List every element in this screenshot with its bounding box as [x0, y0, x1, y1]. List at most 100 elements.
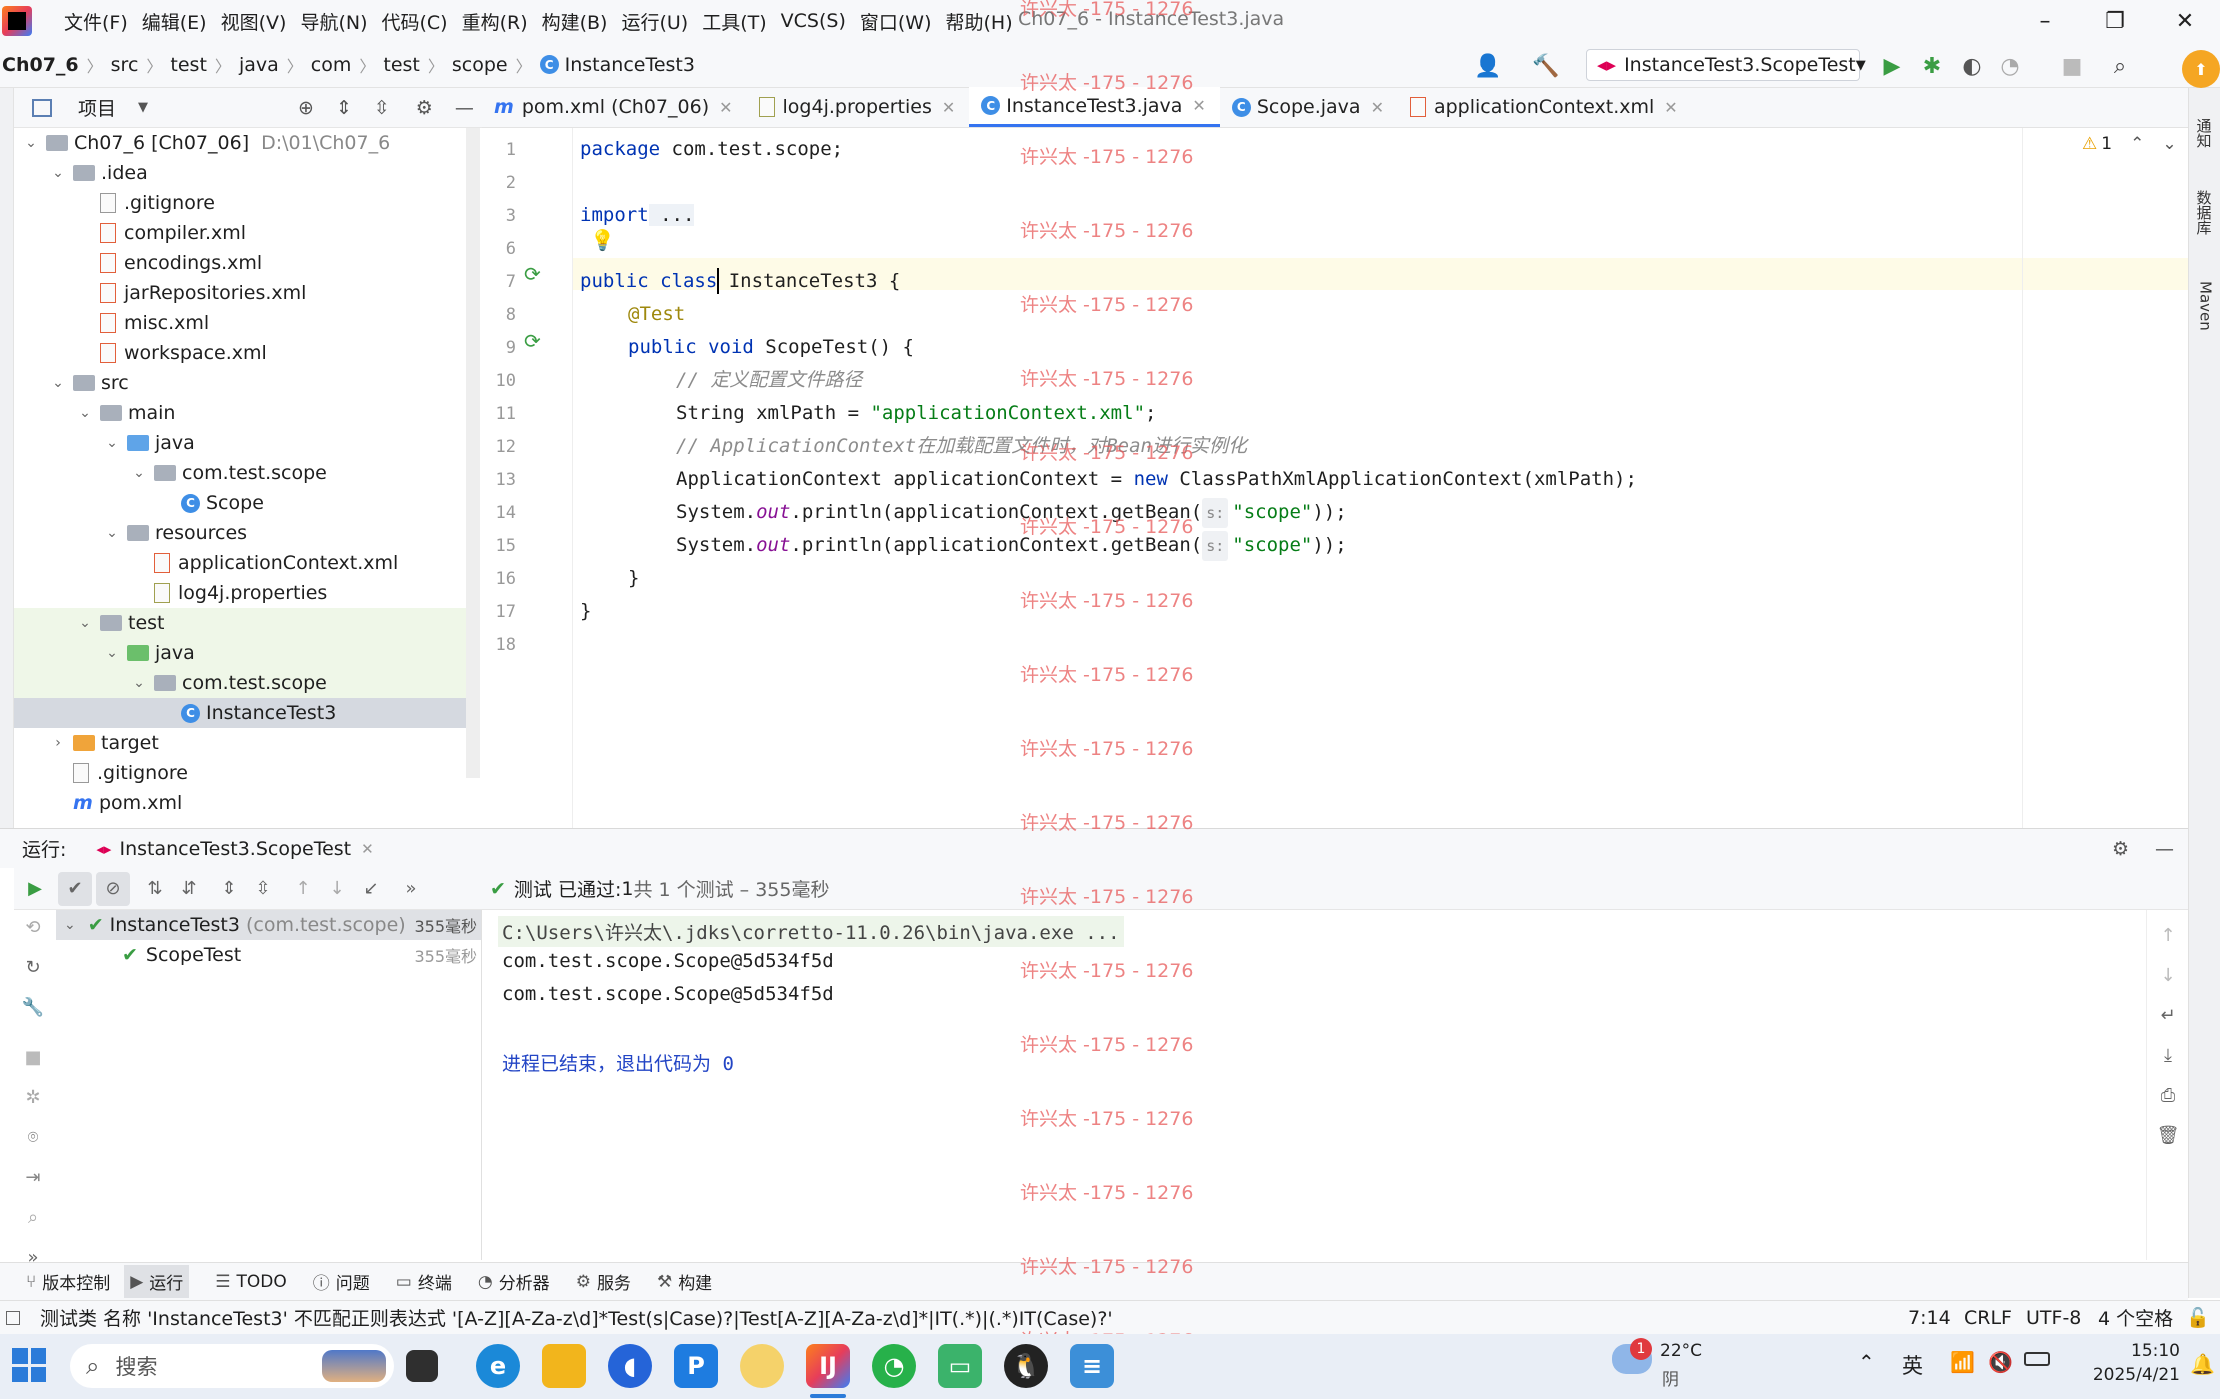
coverage-icon[interactable]: ◐: [1958, 52, 1986, 80]
qq-icon[interactable]: 🐧: [1004, 1344, 1048, 1388]
expand-arrow-icon[interactable]: ⌄: [130, 465, 148, 481]
expand-arrow-icon[interactable]: ⌄: [103, 525, 121, 541]
code-editor[interactable]: package com.test.scope; import ... publi…: [572, 128, 2022, 828]
stop-icon[interactable]: ■: [16, 1040, 50, 1074]
toggle-auto-test-icon[interactable]: ↻: [16, 950, 50, 984]
bottom-tool-button[interactable]: ⚙ 服务: [576, 1269, 631, 1295]
tree-item[interactable]: ⌄ main: [14, 398, 466, 428]
menu-item[interactable]: 构建(B): [542, 8, 608, 35]
task-view-icon[interactable]: [406, 1350, 438, 1382]
show-ignored-icon[interactable]: ⊘: [96, 871, 130, 906]
editor-tab[interactable]: applicationContext.xml ✕: [1398, 87, 1692, 127]
notification-bell-icon[interactable]: 🔔: [2190, 1352, 2215, 1376]
expand-arrow-icon[interactable]: ›: [49, 735, 67, 751]
indent-setting[interactable]: 4 个空格: [2098, 1304, 2173, 1331]
expand-arrow-icon[interactable]: ⌄: [49, 165, 67, 181]
chevron-up-icon[interactable]: ⌃: [1858, 1350, 1875, 1374]
close-icon[interactable]: ✕: [719, 98, 732, 117]
previous-icon[interactable]: ↑: [286, 872, 320, 906]
next-icon[interactable]: ↓: [320, 872, 354, 906]
project-panel-title[interactable]: 项目: [78, 94, 116, 121]
tree-item[interactable]: .gitignore: [14, 758, 466, 788]
breadcrumb-item[interactable]: scope: [452, 54, 508, 76]
soft-wrap-icon[interactable]: ↵: [2151, 998, 2185, 1032]
tree-item[interactable]: log4j.properties: [14, 578, 466, 608]
clock-date[interactable]: 2025/4/21: [2072, 1365, 2180, 1385]
notepad-icon[interactable]: ≡: [1070, 1344, 1114, 1388]
editor-tab[interactable]: C InstanceTest3.java ✕: [969, 87, 1220, 127]
bottom-tool-button[interactable]: ⚒ 构建: [657, 1269, 712, 1295]
tree-item[interactable]: ⌄ resources: [14, 518, 466, 548]
editor-tab[interactable]: log4j.properties ✕: [747, 87, 970, 127]
run-gutter-icon[interactable]: ⟳: [524, 262, 541, 286]
build-hammer-icon[interactable]: 🔨: [1532, 52, 1560, 80]
menu-item[interactable]: 帮助(H): [946, 8, 1013, 35]
gear-icon[interactable]: ⚙: [416, 97, 433, 119]
menu-item[interactable]: 代码(C): [381, 8, 447, 35]
tree-item[interactable]: ⌄ test: [14, 608, 466, 638]
expand-arrow-icon[interactable]: ⌄: [103, 645, 121, 661]
tree-item[interactable]: jarRepositories.xml: [14, 278, 466, 308]
camera-icon[interactable]: ⌾: [16, 1120, 50, 1154]
expand-arrow-icon[interactable]: ⌄: [76, 615, 94, 631]
run-tab[interactable]: InstanceTest3.ScopeTest: [119, 838, 351, 860]
rerun-icon[interactable]: ▶: [18, 872, 52, 906]
tree-item[interactable]: ⌄ src: [14, 368, 466, 398]
bottom-tool-button[interactable]: ◔ 分析器: [478, 1269, 550, 1295]
lock-icon[interactable]: 🔓: [2186, 1306, 2210, 1329]
close-icon[interactable]: ✕: [1192, 96, 1205, 115]
close-icon[interactable]: ✕: [1664, 98, 1677, 117]
tree-item[interactable]: ⌄ Ch07_6 [Ch07_06] D:\01\Ch07_6: [14, 128, 466, 158]
gear-icon[interactable]: ⚙: [2112, 838, 2129, 860]
scroll-up-icon[interactable]: ↑: [2151, 918, 2185, 952]
clock-time[interactable]: 15:10: [2110, 1341, 2180, 1361]
tree-item[interactable]: ⌄ com.test.scope: [14, 458, 466, 488]
close-icon[interactable]: ✕: [1371, 98, 1384, 117]
bottom-tool-button[interactable]: ▭ 终端: [396, 1269, 452, 1295]
expand-arrow-icon[interactable]: ⌄: [130, 675, 148, 691]
tree-item[interactable]: applicationContext.xml: [14, 548, 466, 578]
taskbar-search[interactable]: ⌕ 搜索: [70, 1344, 394, 1388]
windows-start-icon[interactable]: [12, 1348, 46, 1382]
tree-item[interactable]: ⌄ .idea: [14, 158, 466, 188]
chevron-down-icon[interactable]: ▼: [138, 100, 148, 115]
login-icon[interactable]: ⇥: [16, 1160, 50, 1194]
input-method[interactable]: 英: [1902, 1350, 1923, 1380]
expand-all-icon[interactable]: ⇕: [336, 97, 352, 119]
menu-item[interactable]: 视图(V): [221, 8, 287, 35]
wechat-icon[interactable]: ◔: [872, 1344, 916, 1388]
chevron-up-icon[interactable]: ⌃: [2130, 134, 2144, 154]
bottom-tool-button[interactable]: ▶ 运行: [124, 1265, 190, 1298]
scroll-to-end-icon[interactable]: ⤓: [2151, 1038, 2185, 1072]
debug-icon[interactable]: ✱: [1918, 52, 1946, 80]
status-message[interactable]: 测试类 名称 'InstanceTest3' 不匹配正则表达式 '[A-Z][A…: [40, 1304, 1113, 1331]
editor-tab[interactable]: m pom.xml (Ch07_06) ✕: [482, 87, 747, 127]
menu-item[interactable]: 文件(F): [64, 8, 128, 35]
app-icon[interactable]: ▭: [938, 1344, 982, 1388]
breadcrumb-item[interactable]: com: [311, 54, 352, 76]
app-icon[interactable]: ◖: [608, 1344, 652, 1388]
folded-imports[interactable]: ...: [648, 204, 695, 226]
breadcrumb-item[interactable]: test: [383, 54, 420, 76]
bottom-tool-button[interactable]: ⑂ 版本控制: [26, 1269, 110, 1295]
test-row[interactable]: ✔ ScopeTest 355毫秒: [56, 940, 481, 970]
trash-icon[interactable]: 🗑: [2151, 1118, 2185, 1152]
status-toggle-icon[interactable]: [6, 1310, 20, 1325]
update-icon[interactable]: ⬆: [2182, 50, 2220, 88]
settings-icon[interactable]: ✲: [16, 1080, 50, 1114]
bottom-tool-button[interactable]: ⓘ 问题: [313, 1269, 370, 1294]
expand-arrow-icon[interactable]: ⌄: [49, 375, 67, 391]
more-icon[interactable]: »: [394, 872, 428, 906]
weather-description[interactable]: 阴: [1662, 1365, 1679, 1390]
battery-icon[interactable]: [2024, 1352, 2050, 1366]
bottom-tool-button[interactable]: ☰ TODO: [215, 1272, 287, 1292]
line-separator[interactable]: CRLF: [1964, 1307, 2012, 1329]
test-row[interactable]: ⌄ ✔ InstanceTest3 (com.test.scope) 355毫秒: [56, 910, 481, 940]
scroll-down-icon[interactable]: ↓: [2151, 958, 2185, 992]
menu-item[interactable]: VCS(S): [781, 10, 846, 32]
intellij-icon[interactable]: IJ: [806, 1344, 850, 1388]
editor-tab[interactable]: C Scope.java ✕: [1220, 87, 1398, 127]
locate-icon[interactable]: ⊕: [298, 97, 314, 119]
show-passed-icon[interactable]: ✔: [58, 871, 92, 906]
user-icon[interactable]: 👤: [1474, 52, 1502, 80]
